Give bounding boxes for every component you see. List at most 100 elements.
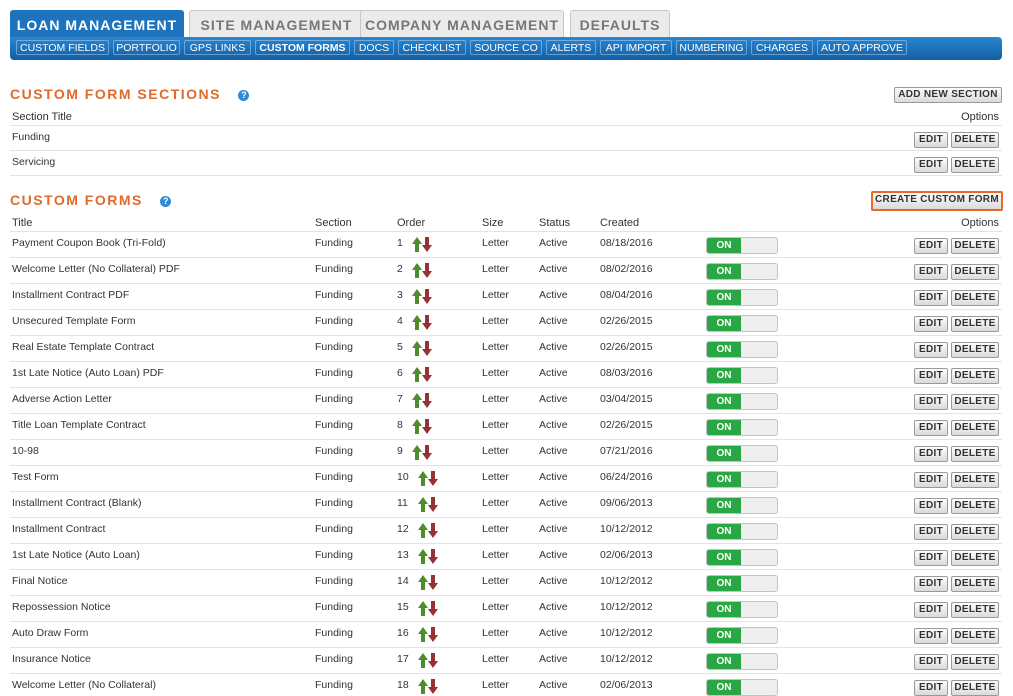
status-toggle[interactable]: ON <box>706 237 778 254</box>
delete-button[interactable]: DELETE <box>951 498 999 514</box>
delete-button[interactable]: DELETE <box>951 238 999 254</box>
delete-button[interactable]: DELETE <box>951 680 999 696</box>
subnav-docs[interactable]: DOCS <box>354 40 394 55</box>
delete-button[interactable]: DELETE <box>951 368 999 384</box>
edit-button[interactable]: EDIT <box>914 132 948 148</box>
delete-button[interactable]: DELETE <box>951 316 999 332</box>
status-toggle[interactable]: ON <box>706 315 778 332</box>
status-toggle[interactable]: ON <box>706 341 778 358</box>
help-icon[interactable]: ? <box>160 196 172 207</box>
subnav-auto-approve[interactable]: AUTO APPROVE <box>817 40 907 55</box>
edit-button[interactable]: EDIT <box>914 602 948 618</box>
move-up-arrow-icon[interactable] <box>412 419 422 434</box>
move-up-arrow-icon[interactable] <box>412 393 422 408</box>
move-up-arrow-icon[interactable] <box>418 575 428 590</box>
move-up-arrow-icon[interactable] <box>412 341 422 356</box>
status-toggle[interactable]: ON <box>706 549 778 566</box>
delete-button[interactable]: DELETE <box>951 132 999 148</box>
status-toggle[interactable]: ON <box>706 393 778 410</box>
subnav-checklist[interactable]: CHECKLIST <box>398 40 466 55</box>
status-toggle[interactable]: ON <box>706 445 778 462</box>
toggle-on-label: ON <box>707 680 741 695</box>
create-custom-form-button[interactable]: CREATE CUSTOM FORM <box>871 191 1003 211</box>
delete-button[interactable]: DELETE <box>951 654 999 670</box>
edit-button[interactable]: EDIT <box>914 576 948 592</box>
move-up-arrow-icon[interactable] <box>412 263 422 278</box>
delete-button[interactable]: DELETE <box>951 290 999 306</box>
subnav-charges[interactable]: CHARGES <box>751 40 813 55</box>
delete-button[interactable]: DELETE <box>951 420 999 436</box>
tab-loan-management[interactable]: LOAN MANAGEMENT <box>10 10 184 40</box>
edit-button[interactable]: EDIT <box>914 628 948 644</box>
move-up-arrow-icon[interactable] <box>418 497 428 512</box>
subnav-alerts[interactable]: ALERTS <box>546 40 596 55</box>
move-up-arrow-icon[interactable] <box>412 445 422 460</box>
move-up-arrow-icon[interactable] <box>412 367 422 382</box>
move-up-arrow-icon[interactable] <box>412 289 422 304</box>
delete-button[interactable]: DELETE <box>951 628 999 644</box>
tab-defaults[interactable]: DEFAULTS <box>570 10 670 38</box>
form-title: 1st Late Notice (Auto Loan) PDF <box>12 367 164 379</box>
subnav-custom-forms[interactable]: CUSTOM FORMS <box>255 40 350 55</box>
edit-button[interactable]: EDIT <box>914 368 948 384</box>
add-new-section-button[interactable]: ADD NEW SECTION <box>894 87 1002 103</box>
delete-button[interactable]: DELETE <box>951 157 999 173</box>
subnav-numbering[interactable]: NUMBERING <box>676 40 747 55</box>
tab-company-management[interactable]: COMPANY MANAGEMENT <box>360 10 564 38</box>
move-up-arrow-icon[interactable] <box>418 523 428 538</box>
delete-button[interactable]: DELETE <box>951 264 999 280</box>
edit-button[interactable]: EDIT <box>914 420 948 436</box>
subnav-api-import[interactable]: API IMPORT <box>600 40 672 55</box>
edit-button[interactable]: EDIT <box>914 654 948 670</box>
status-toggle[interactable]: ON <box>706 575 778 592</box>
edit-button[interactable]: EDIT <box>914 342 948 358</box>
edit-button[interactable]: EDIT <box>914 550 948 566</box>
status-toggle[interactable]: ON <box>706 367 778 384</box>
status-toggle[interactable]: ON <box>706 523 778 540</box>
edit-button[interactable]: EDIT <box>914 264 948 280</box>
move-up-arrow-icon[interactable] <box>412 237 422 252</box>
help-icon[interactable]: ? <box>238 90 250 101</box>
edit-button[interactable]: EDIT <box>914 394 948 410</box>
edit-button[interactable]: EDIT <box>914 157 948 173</box>
form-size: Letter <box>482 393 509 405</box>
delete-button[interactable]: DELETE <box>951 342 999 358</box>
edit-button[interactable]: EDIT <box>914 472 948 488</box>
move-up-arrow-icon[interactable] <box>418 549 428 564</box>
status-toggle[interactable]: ON <box>706 679 778 696</box>
move-up-arrow-icon[interactable] <box>418 471 428 486</box>
status-toggle[interactable]: ON <box>706 471 778 488</box>
subnav-source-co[interactable]: SOURCE CO <box>470 40 542 55</box>
status-toggle[interactable]: ON <box>706 263 778 280</box>
delete-button[interactable]: DELETE <box>951 472 999 488</box>
status-toggle[interactable]: ON <box>706 497 778 514</box>
move-up-arrow-icon[interactable] <box>418 601 428 616</box>
delete-button[interactable]: DELETE <box>951 602 999 618</box>
move-up-arrow-icon[interactable] <box>418 627 428 642</box>
status-toggle[interactable]: ON <box>706 653 778 670</box>
edit-button[interactable]: EDIT <box>914 290 948 306</box>
delete-button[interactable]: DELETE <box>951 446 999 462</box>
delete-button[interactable]: DELETE <box>951 524 999 540</box>
status-toggle[interactable]: ON <box>706 289 778 306</box>
edit-button[interactable]: EDIT <box>914 316 948 332</box>
status-toggle[interactable]: ON <box>706 419 778 436</box>
edit-button[interactable]: EDIT <box>914 446 948 462</box>
move-up-arrow-icon[interactable] <box>418 679 428 694</box>
move-up-arrow-icon[interactable] <box>412 315 422 330</box>
move-up-arrow-icon[interactable] <box>418 653 428 668</box>
status-toggle[interactable]: ON <box>706 601 778 618</box>
subnav-custom-fields[interactable]: CUSTOM FIELDS <box>16 40 109 55</box>
delete-button[interactable]: DELETE <box>951 394 999 410</box>
delete-button[interactable]: DELETE <box>951 576 999 592</box>
form-order: 5 <box>397 341 403 353</box>
edit-button[interactable]: EDIT <box>914 238 948 254</box>
tab-site-management[interactable]: SITE MANAGEMENT <box>189 10 364 38</box>
edit-button[interactable]: EDIT <box>914 680 948 696</box>
subnav-portfolio[interactable]: PORTFOLIO <box>113 40 180 55</box>
status-toggle[interactable]: ON <box>706 627 778 644</box>
edit-button[interactable]: EDIT <box>914 498 948 514</box>
edit-button[interactable]: EDIT <box>914 524 948 540</box>
delete-button[interactable]: DELETE <box>951 550 999 566</box>
subnav-gps-links[interactable]: GPS LINKS <box>184 40 251 55</box>
